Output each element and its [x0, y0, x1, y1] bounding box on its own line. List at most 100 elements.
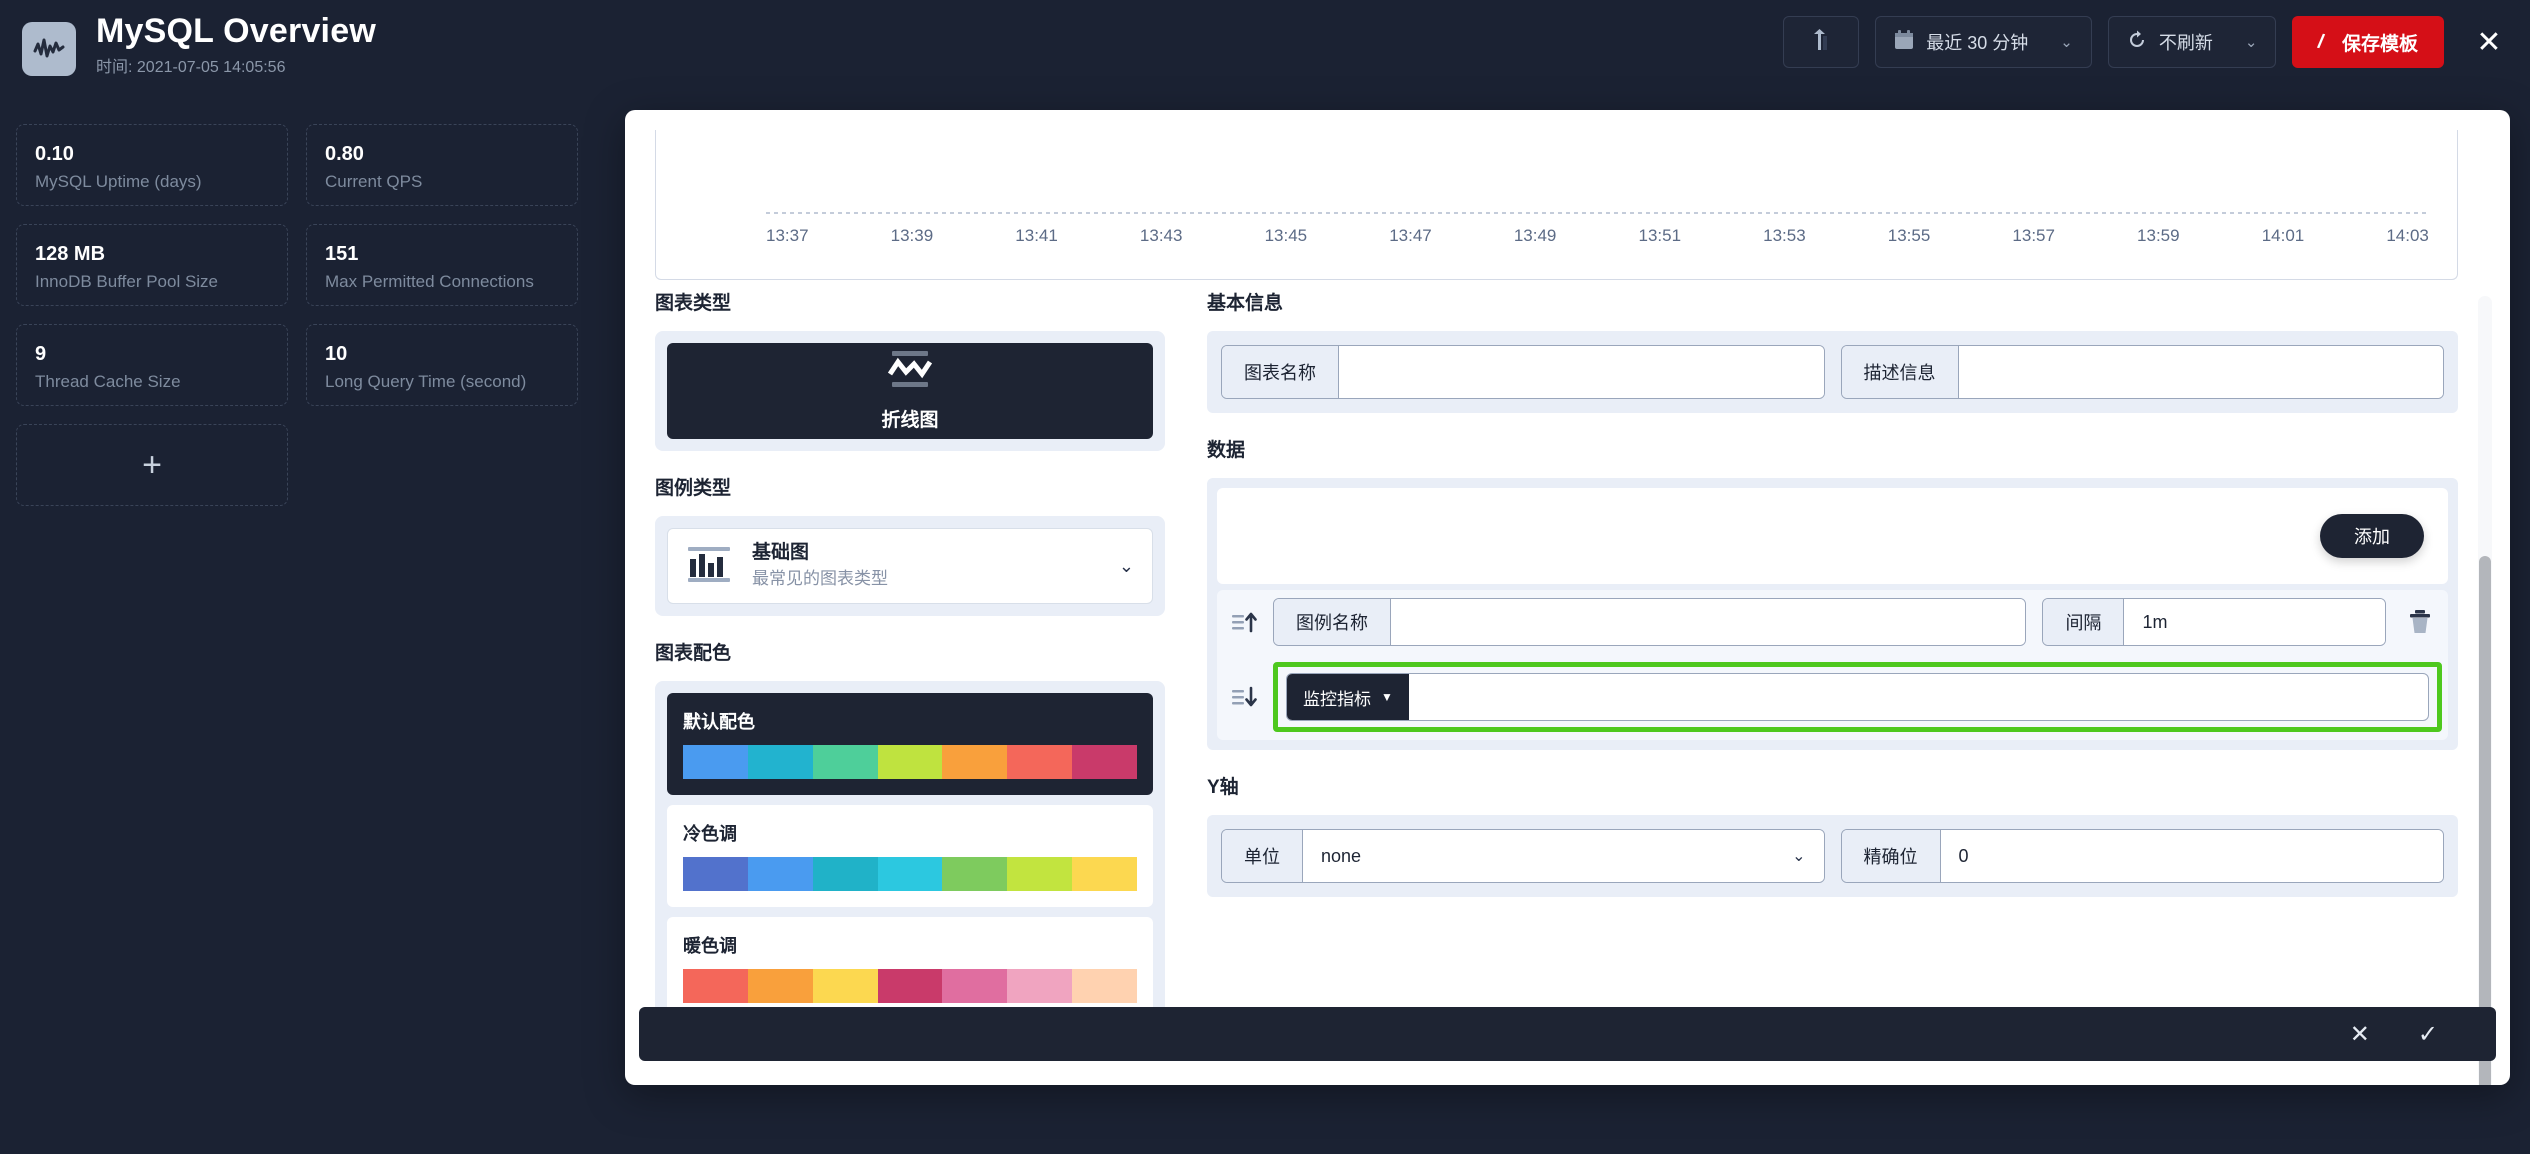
palette-option[interactable]: 默认配色 [667, 693, 1153, 795]
chart-type-title: 图表类型 [655, 293, 732, 314]
caret-down-icon: ▼ [1381, 690, 1393, 704]
calendar-icon [1894, 29, 1914, 55]
stat-card[interactable]: 0.80 Current QPS [306, 124, 578, 206]
swatch [747, 969, 813, 1003]
stat-card-grid: 0.10 MySQL Uptime (days) 0.80 Current QP… [0, 112, 600, 506]
add-stat-card-button[interactable]: + [16, 424, 288, 506]
chart-desc-label: 描述信息 [1841, 346, 1959, 398]
swatch [877, 969, 943, 1003]
swatch [1072, 745, 1137, 779]
unit-field[interactable]: 单位 none ⌄ [1221, 829, 1825, 883]
line-chart-icon [882, 350, 938, 395]
x-tick: 13:47 [1389, 226, 1432, 245]
swatch [942, 969, 1008, 1003]
chart-name-input[interactable] [1339, 346, 1824, 398]
data-title: 数据 [1207, 440, 1246, 461]
x-tick: 13:51 [1638, 226, 1682, 245]
top-bar: MySQL Overview 时间: 2021-07-05 14:05:56 最… [0, 0, 2530, 108]
legend-name-field[interactable]: 图例名称 [1273, 598, 2027, 646]
save-template-button[interactable]: / 保存模板 [2292, 16, 2444, 68]
stat-card[interactable]: 151 Max Permitted Connections [306, 224, 578, 306]
precision-field[interactable]: 精确位 0 [1840, 829, 2444, 883]
modal-scrollbar-thumb[interactable] [2479, 556, 2491, 1085]
save-template-label: 保存模板 [2341, 33, 2418, 55]
title-block: MySQL Overview 时间: 2021-07-05 14:05:56 [96, 8, 376, 80]
chart-name-field[interactable]: 图表名称 [1221, 345, 1825, 399]
metric-field[interactable]: 监控指标 ▼ [1286, 673, 2429, 721]
legend-type-panel: 基础图 最常见的图表类型 ⌄ [655, 516, 1165, 616]
cancel-button[interactable]: ✕ [2350, 1020, 2370, 1049]
swatch [1072, 857, 1137, 891]
toolbar: 最近 30 分钟 ⌄ 不刷新 ⌄ / 保存模板 ✕ [1783, 16, 2512, 68]
trash-icon[interactable] [2392, 609, 2448, 635]
data-row-fields: 图例名称 间隔 1m [1273, 598, 2392, 646]
legend-type-title: 图例类型 [655, 478, 732, 499]
x-tick: 13:57 [2012, 226, 2055, 245]
stat-card[interactable]: 10 Long Query Time (second) [306, 324, 578, 406]
modal-scrollbar-track[interactable] [2478, 296, 2492, 1085]
stat-value: 0.80 [325, 143, 364, 165]
legend-type-select[interactable]: 基础图 最常见的图表类型 ⌄ [667, 528, 1153, 604]
stat-card[interactable]: 9 Thread Cache Size [16, 324, 288, 406]
legend-name-input[interactable] [1391, 599, 2026, 645]
modal-left-column: 图表类型 折线图 图例类型 基础图 最常见的图表类型 ⌄ 图表配色 默认配色 冷… [655, 288, 1165, 1085]
metric-select-button[interactable]: 监控指标 ▼ [1287, 674, 1409, 720]
stat-label: Long Query Time (second) [325, 372, 527, 391]
stat-card[interactable]: 128 MB InnoDB Buffer Pool Size [16, 224, 288, 306]
swatch [877, 857, 943, 891]
interval-field[interactable]: 间隔 1m [2042, 598, 2386, 646]
data-rows: 图例名称 间隔 1m 监控指标 ▼ [1217, 590, 2448, 740]
data-section: 数据 添加 图例名称 间隔 1m 监控指标 ▼ [1207, 435, 2458, 750]
palette-option-name: 暖色调 [683, 936, 737, 956]
basic-info-title: 基本信息 [1207, 293, 1284, 314]
swatch [747, 857, 813, 891]
palette-title: 图表配色 [655, 643, 732, 664]
refresh-interval-button[interactable]: 不刷新 ⌄ [2107, 16, 2277, 68]
chart-type-option-line[interactable]: 折线图 [667, 343, 1153, 439]
close-button[interactable]: ✕ [2466, 19, 2512, 65]
share-button[interactable] [1783, 16, 1860, 68]
chart-desc-input[interactable] [1958, 346, 2443, 398]
time-range-button[interactable]: 最近 30 分钟 ⌄ [1875, 16, 2092, 68]
x-tick: 13:41 [1015, 226, 1058, 245]
unit-select[interactable]: none ⌄ [1303, 830, 1824, 882]
stat-value: 9 [35, 343, 47, 365]
palette-section: 图表配色 默认配色 冷色调 暖色调 [655, 638, 1165, 1041]
unit-label: 单位 [1222, 830, 1303, 882]
palette-swatches [683, 969, 1137, 1003]
swatch [1007, 969, 1073, 1003]
precision-input[interactable]: 0 [1940, 830, 2443, 882]
chevron-down-icon[interactable]: ⌄ [1119, 556, 1134, 577]
x-tick: 14:01 [2261, 226, 2305, 245]
chart-desc-field[interactable]: 描述信息 [1840, 345, 2444, 399]
confirm-button[interactable]: ✓ [2418, 1020, 2438, 1049]
modal-body: 图表类型 折线图 图例类型 基础图 最常见的图表类型 ⌄ 图表配色 默认配色 冷… [625, 288, 2510, 1085]
stat-value: 151 [325, 243, 359, 265]
swatch [683, 857, 748, 891]
page-timestamp: 时间: 2021-07-05 14:05:56 [96, 59, 286, 76]
stat-card[interactable]: 0.10 MySQL Uptime (days) [16, 124, 288, 206]
stat-value: 0.10 [35, 143, 74, 165]
chevron-down-icon: ⌄ [2060, 34, 2073, 51]
legend-type-name: 基础图 [752, 542, 810, 563]
data-row: 监控指标 ▼ [1217, 654, 2448, 740]
drag-down-icon[interactable] [1217, 685, 1273, 709]
chart-type-panel: 折线图 [655, 331, 1165, 451]
page-title: MySQL Overview [96, 12, 376, 50]
palette-option[interactable]: 冷色调 [667, 805, 1153, 907]
stat-label: Current QPS [325, 172, 423, 191]
chart-name-label: 图表名称 [1222, 346, 1339, 398]
chart-editor-modal: 13:37 13:39 13:41 13:43 13:45 13:47 13:4… [625, 110, 2510, 1085]
swatch [812, 857, 878, 891]
drag-up-icon[interactable] [1217, 610, 1273, 634]
stat-value: 128 MB [35, 243, 106, 265]
x-tick: 13:49 [1513, 226, 1557, 245]
swatch [812, 745, 878, 779]
palette-option[interactable]: 暖色调 [667, 917, 1153, 1019]
interval-input[interactable]: 1m [2124, 599, 2385, 645]
add-data-button[interactable]: 添加 [2320, 514, 2424, 558]
swatch [877, 745, 943, 779]
x-tick: 13:37 [766, 226, 809, 245]
sidebar: 0.10 MySQL Uptime (days) 0.80 Current QP… [0, 112, 600, 1154]
legend-type-text: 基础图 最常见的图表类型 [752, 540, 1099, 592]
